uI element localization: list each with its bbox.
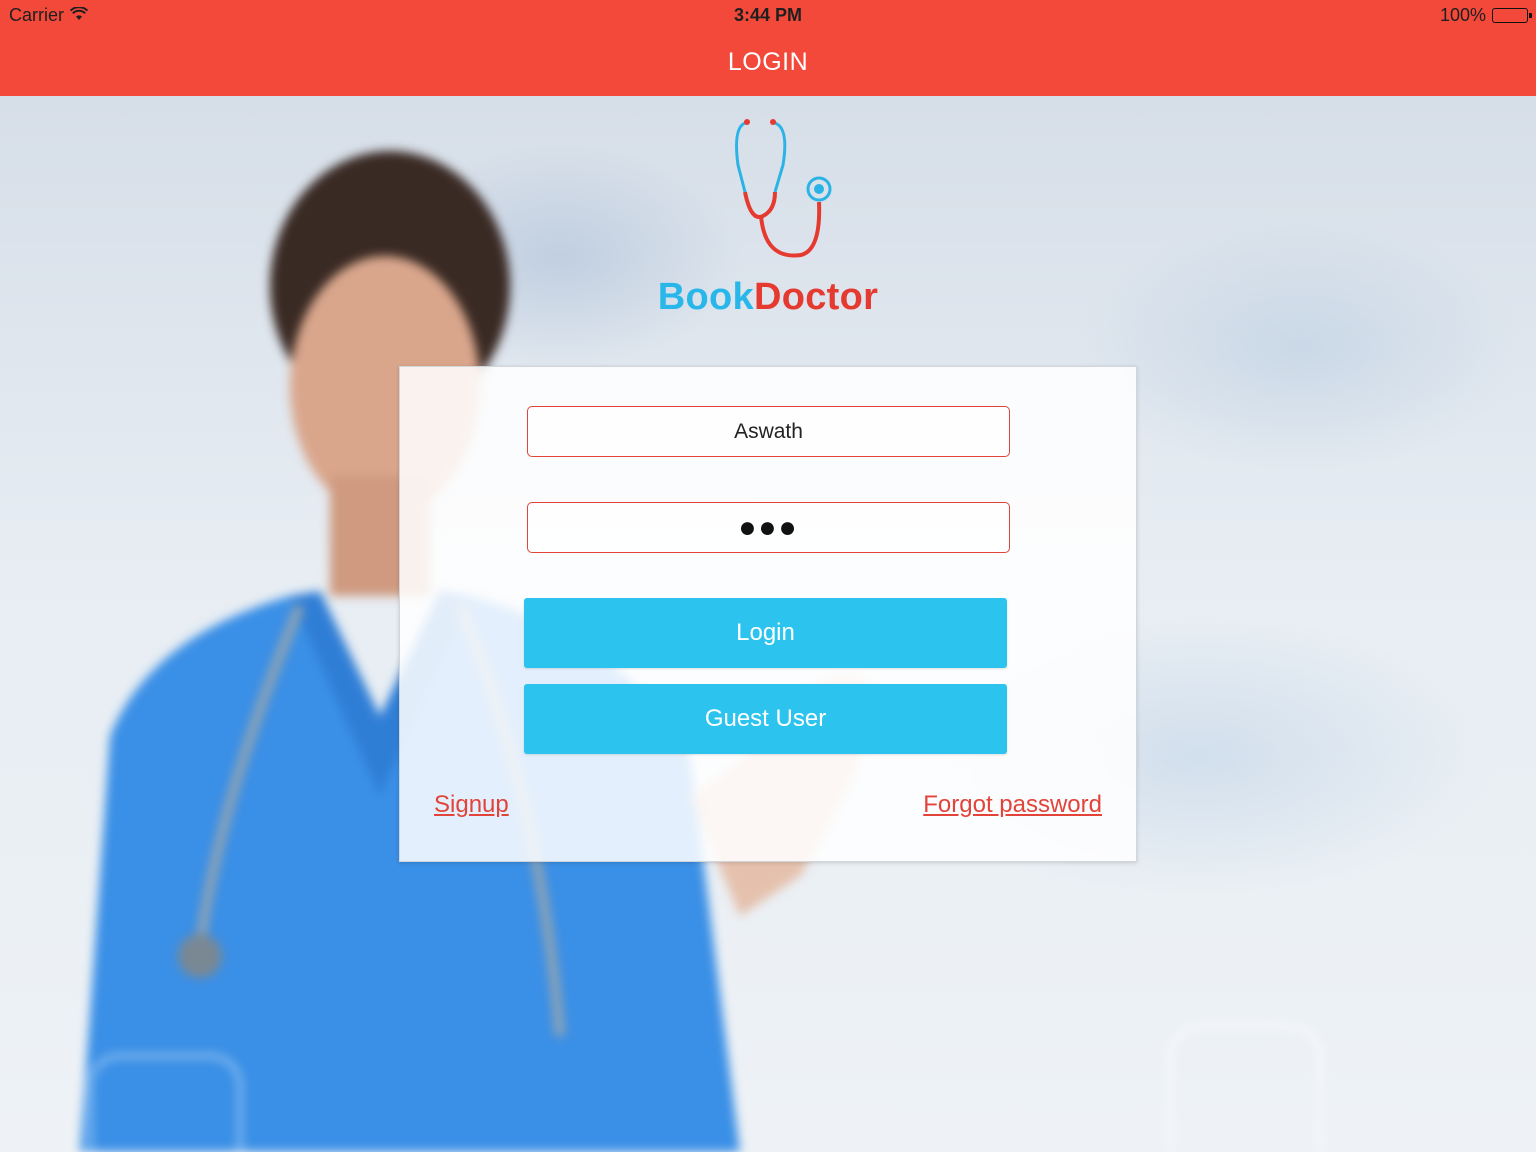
login-button[interactable]: Login (524, 598, 1007, 668)
guest-user-button[interactable]: Guest User (524, 684, 1007, 754)
status-time: 3:44 PM (733, 5, 803, 25)
login-card: Login Guest User Signup Forgot password (399, 366, 1137, 862)
brand-logo: BookDoctor (0, 110, 1536, 319)
battery-group: 100% (1439, 5, 1532, 26)
forgot-password-link[interactable]: Forgot password (923, 791, 1102, 819)
brand-name-doctor: Doctor (753, 276, 879, 318)
battery-percent: 100% (1439, 5, 1486, 25)
page-title: LOGIN (727, 48, 809, 76)
username-field[interactable] (527, 406, 1010, 457)
battery-icon (1492, 8, 1532, 23)
signup-link[interactable]: Signup (434, 791, 509, 819)
status-bar: Carrier 3:44 PM 100% (0, 0, 1536, 32)
password-field[interactable] (527, 502, 1010, 553)
top-bar: Carrier 3:44 PM 100% LOGIN (0, 0, 1536, 96)
brand-name-book: Book (657, 276, 754, 318)
stethoscope-icon (735, 119, 832, 258)
brand-name: BookDoctor (0, 276, 1536, 319)
